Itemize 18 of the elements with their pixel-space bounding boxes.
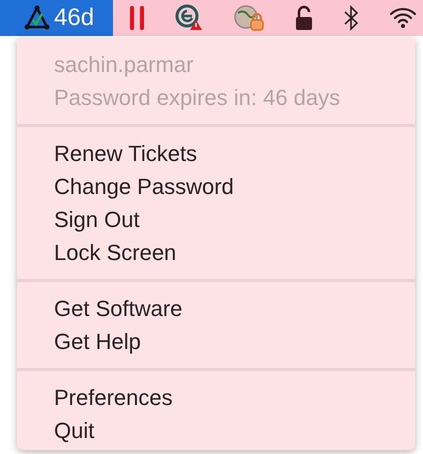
menu-item[interactable]: Quit	[17, 414, 415, 447]
menu-item[interactable]: Change Password	[17, 170, 415, 203]
wifi-icon[interactable]	[389, 6, 417, 30]
menu-item[interactable]: Get Help	[17, 325, 415, 358]
shield-warning-icon[interactable]	[175, 4, 203, 32]
triangle-check-icon	[24, 5, 50, 31]
bluetooth-icon[interactable]	[343, 5, 359, 31]
globe-lock-icon[interactable]	[233, 4, 265, 32]
menu-item[interactable]: Lock Screen	[17, 236, 415, 269]
menu-item[interactable]: Preferences	[17, 381, 415, 414]
pause-icon[interactable]	[129, 5, 145, 31]
menu-item[interactable]: Renew Tickets	[17, 137, 415, 170]
menu-item: sachin.parmar	[53, 51, 194, 79]
menu-item: Password expires in: 46 days	[53, 84, 342, 112]
menu-item[interactable]: Sign Out	[17, 203, 415, 236]
menu-item[interactable]: Get Software	[17, 292, 415, 325]
app-menu-button[interactable]: 46d	[0, 0, 113, 36]
padlock-icon[interactable]	[295, 5, 313, 31]
